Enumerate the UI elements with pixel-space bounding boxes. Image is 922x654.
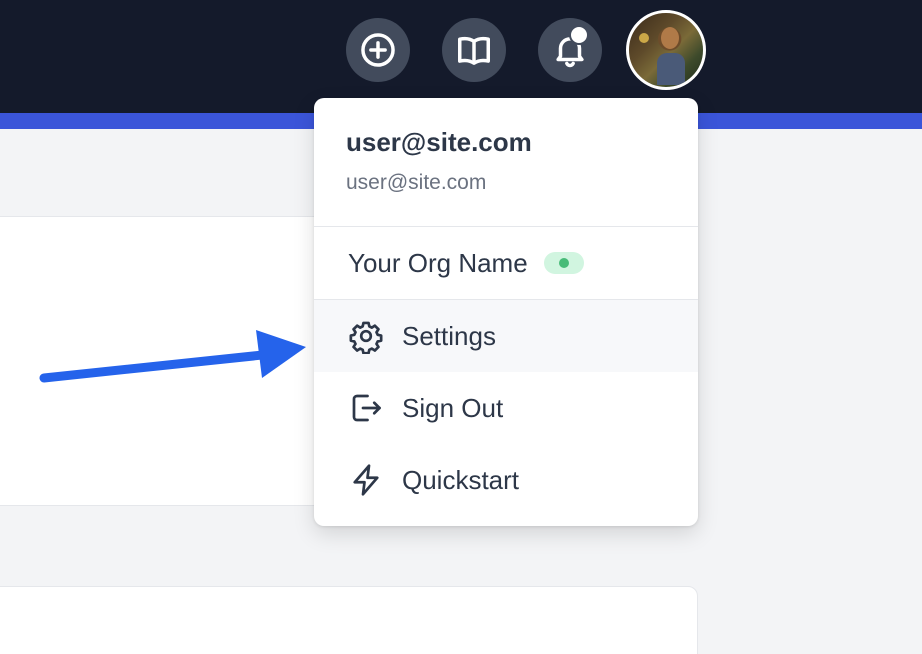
menu-item-quickstart[interactable]: Quickstart xyxy=(314,444,698,516)
plus-circle-icon xyxy=(361,33,395,67)
account-dropdown-menu: user@site.com user@site.com Your Org Nam… xyxy=(314,98,698,526)
gear-icon xyxy=(349,321,383,354)
annotation-arrow xyxy=(39,330,306,383)
account-header: user@site.com user@site.com xyxy=(314,98,698,226)
create-button[interactable] xyxy=(346,18,410,82)
content-card xyxy=(0,586,698,654)
org-name: Your Org Name xyxy=(348,247,528,278)
menu-item-label: Settings xyxy=(402,320,496,351)
org-status-badge xyxy=(543,252,584,274)
menu-item-label: Quickstart xyxy=(402,464,520,495)
avatar-photo-detail xyxy=(657,53,685,85)
account-email: user@site.com xyxy=(346,171,487,194)
lightning-bolt-icon xyxy=(353,464,379,496)
user-avatar-button[interactable] xyxy=(626,10,706,90)
sign-out-icon xyxy=(352,394,381,422)
avatar-photo-detail xyxy=(661,27,679,49)
org-switcher[interactable]: Your Org Name xyxy=(314,226,698,300)
avatar-photo-detail xyxy=(639,33,649,43)
online-status-dot xyxy=(558,258,569,268)
menu-item-sign-out[interactable]: Sign Out xyxy=(314,372,698,444)
notifications-button[interactable] xyxy=(538,18,602,82)
book-open-icon xyxy=(458,36,490,65)
menu-item-label: Sign Out xyxy=(402,392,504,423)
docs-button[interactable] xyxy=(442,18,506,82)
account-name: user@site.com xyxy=(346,127,532,157)
notification-badge xyxy=(569,25,589,45)
menu-item-settings[interactable]: Settings xyxy=(314,300,698,372)
